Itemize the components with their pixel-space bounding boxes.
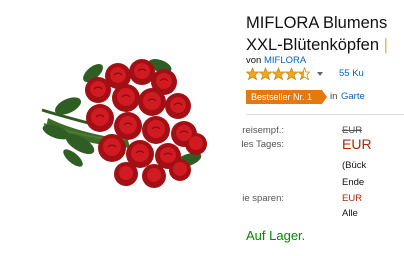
deal-note-line2: Ende — [342, 177, 365, 188]
brand-link[interactable]: MIFLORA — [264, 55, 306, 66]
product-image[interactable] — [38, 48, 218, 193]
product-title-line2-text: XXL-Blütenköpfen — [246, 36, 380, 54]
rose-heads — [85, 59, 207, 188]
rating-row: 55 Ku — [246, 67, 404, 81]
chevron-down-icon[interactable] — [316, 70, 324, 78]
savings-label: Sie sparen: — [242, 193, 284, 204]
by-prefix: von — [246, 55, 262, 66]
product-title-line2[interactable]: XXL-Blütenköpfen | — [246, 34, 404, 56]
brand-byline: von MIFLORA — [246, 55, 306, 67]
category-prefix: in — [330, 91, 338, 102]
list-price-value: EUR — [342, 125, 363, 136]
title-separator: | — [383, 36, 388, 54]
savings-note: Alle — [342, 208, 358, 219]
product-title[interactable]: MIFLORA Blumens XXL-Blütenköpfen | — [246, 12, 404, 56]
price-table: Unverb. Preisempf.: EUR Angebot des Tage… — [242, 123, 404, 223]
bestseller-row: Bestseller Nr. 1 in Garte — [246, 90, 404, 104]
availability-status: Auf Lager. — [246, 228, 306, 243]
category-link[interactable]: Garte — [341, 91, 365, 102]
bestseller-badge[interactable]: Bestseller Nr. 1 — [246, 90, 328, 104]
deal-price-value: EUR — [342, 136, 372, 152]
review-count-link[interactable]: 55 Ku — [339, 68, 364, 79]
list-price-label: Unverb. Preisempf.: — [242, 125, 284, 136]
star-rating-icon[interactable] — [246, 67, 310, 81]
divider — [246, 114, 404, 115]
deal-price-label: Angebot des Tages: — [242, 139, 284, 150]
deal-note-line1[interactable]: (Bück — [342, 160, 366, 171]
product-title-line1[interactable]: MIFLORA Blumens — [246, 12, 404, 34]
savings-value: EUR — [342, 193, 363, 204]
